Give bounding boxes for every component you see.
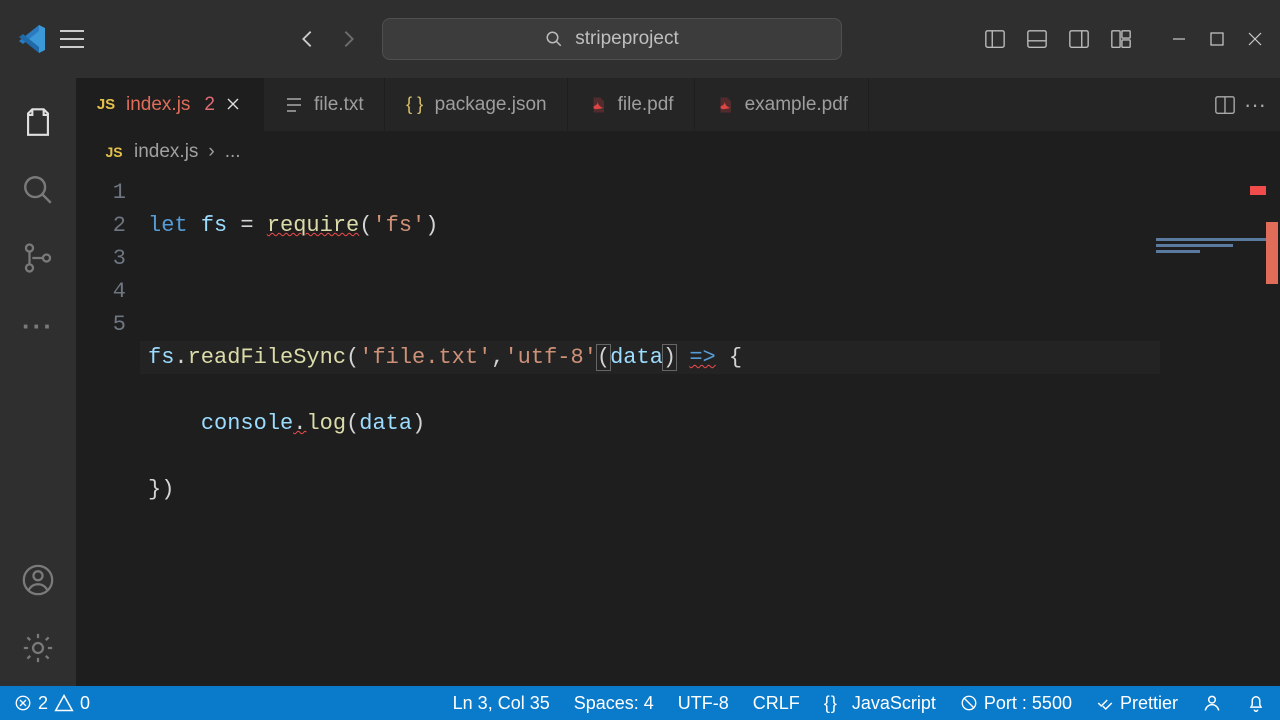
status-prettier[interactable]: Prettier xyxy=(1096,693,1178,714)
js-file-icon: JS xyxy=(104,142,124,162)
status-encoding[interactable]: UTF-8 xyxy=(678,693,729,714)
activity-source-control[interactable] xyxy=(8,228,68,288)
breadcrumb[interactable]: JS index.js › ... xyxy=(76,132,1280,172)
status-live-server[interactable]: Port : 5500 xyxy=(960,693,1072,714)
window-minimize-button[interactable] xyxy=(1164,24,1194,54)
layout-sidebar-left-icon[interactable] xyxy=(980,24,1010,54)
status-error-count: 2 xyxy=(38,693,48,714)
json-file-icon: { } xyxy=(405,95,425,115)
activity-search[interactable] xyxy=(8,160,68,220)
tab-index-js[interactable]: JS index.js 2 xyxy=(76,78,264,131)
line-number: 2 xyxy=(76,209,126,242)
activity-bar: ··· xyxy=(0,78,76,686)
overview-ruler-error-icon xyxy=(1266,222,1278,284)
split-editor-icon[interactable] xyxy=(1214,94,1236,116)
check-icon xyxy=(1096,694,1114,712)
status-bar: 2 0 Ln 3, Col 35 Spaces: 4 UTF-8 CRLF { … xyxy=(0,686,1280,720)
code-content[interactable]: let fs = require('fs') fs.readFileSync('… xyxy=(148,172,1280,686)
tab-label: package.json xyxy=(435,94,547,116)
search-text: stripeproject xyxy=(575,28,679,50)
tab-file-txt[interactable]: file.txt xyxy=(264,78,385,131)
breadcrumb-sep: › xyxy=(208,141,214,163)
nav-back-button[interactable] xyxy=(292,24,322,54)
line-number: 3 xyxy=(76,242,126,275)
tab-package-json[interactable]: { } package.json xyxy=(385,78,568,131)
tab-more-actions[interactable]: ··· xyxy=(1244,92,1266,118)
minimap[interactable] xyxy=(1156,172,1266,208)
status-cursor-position[interactable]: Ln 3, Col 35 xyxy=(453,693,550,714)
breadcrumb-rest: ... xyxy=(225,141,241,163)
line-number: 5 xyxy=(76,308,126,341)
status-language[interactable]: { } JavaScript xyxy=(824,693,936,714)
tab-problem-count: 2 xyxy=(200,94,215,116)
customize-layout-icon[interactable] xyxy=(1106,24,1136,54)
error-icon xyxy=(14,694,32,712)
command-center-search[interactable]: stripeproject xyxy=(382,18,842,60)
code-editor[interactable]: 1 2 3 4 5 let fs = require('fs') fs.read… xyxy=(76,172,1280,686)
editor-area: JS index.js 2 file.txt { } package.json … xyxy=(76,78,1280,686)
tab-label: file.txt xyxy=(314,94,364,116)
js-file-icon: JS xyxy=(96,95,116,115)
pdf-file-icon xyxy=(715,95,735,115)
line-number: 4 xyxy=(76,275,126,308)
tab-label: example.pdf xyxy=(745,94,849,116)
gutter: 1 2 3 4 5 xyxy=(76,172,148,686)
status-eol[interactable]: CRLF xyxy=(753,693,800,714)
vscode-logo-icon xyxy=(10,23,52,55)
status-warning-count: 0 xyxy=(80,693,90,714)
activity-settings[interactable] xyxy=(8,618,68,678)
menu-button[interactable] xyxy=(52,19,92,59)
tab-close-button[interactable] xyxy=(225,96,243,114)
editor-tabs: JS index.js 2 file.txt { } package.json … xyxy=(76,78,1280,132)
line-number: 1 xyxy=(76,176,126,209)
nav-forward-button[interactable] xyxy=(334,24,364,54)
status-notifications[interactable] xyxy=(1246,693,1266,713)
status-problems[interactable]: 2 0 xyxy=(14,693,90,714)
person-icon xyxy=(1202,693,1222,713)
window-maximize-button[interactable] xyxy=(1202,24,1232,54)
activity-more[interactable]: ··· xyxy=(8,296,68,356)
layout-panel-icon[interactable] xyxy=(1022,24,1052,54)
tab-label: index.js xyxy=(126,94,190,116)
pdf-file-icon xyxy=(588,95,608,115)
window-close-button[interactable] xyxy=(1240,24,1270,54)
search-icon xyxy=(545,30,563,48)
layout-sidebar-right-icon[interactable] xyxy=(1064,24,1094,54)
tab-file-pdf[interactable]: file.pdf xyxy=(568,78,695,131)
status-indentation[interactable]: Spaces: 4 xyxy=(574,693,654,714)
status-feedback[interactable] xyxy=(1202,693,1222,713)
activity-explorer[interactable] xyxy=(8,92,68,152)
warning-icon xyxy=(54,693,74,713)
title-bar: stripeproject xyxy=(0,0,1280,78)
broadcast-icon xyxy=(960,694,978,712)
breadcrumb-file: index.js xyxy=(134,141,198,163)
activity-account[interactable] xyxy=(8,550,68,610)
text-file-icon xyxy=(284,95,304,115)
bell-icon xyxy=(1246,693,1266,713)
tab-example-pdf[interactable]: example.pdf xyxy=(695,78,870,131)
tab-label: file.pdf xyxy=(618,94,674,116)
